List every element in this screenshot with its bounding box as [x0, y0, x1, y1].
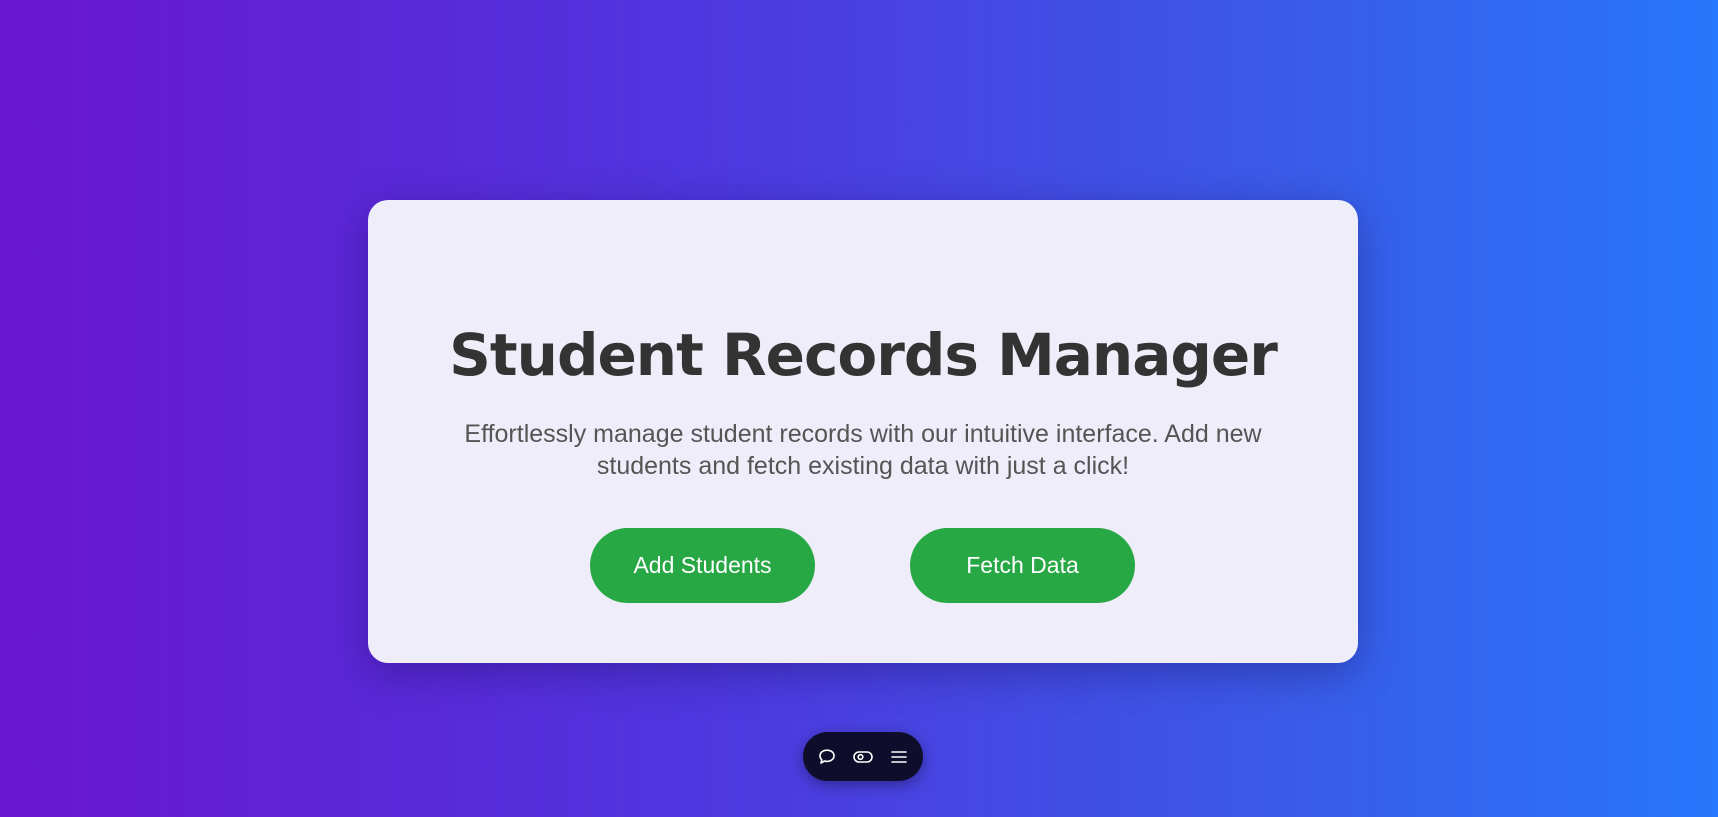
floating-toolbar [803, 732, 923, 781]
menu-icon[interactable] [887, 745, 911, 769]
chat-bubble-icon[interactable] [815, 745, 839, 769]
welcome-card: Student Records Manager Effortlessly man… [368, 200, 1358, 663]
page-subtitle: Effortlessly manage student records with… [464, 420, 1262, 480]
eye-toggle-icon[interactable] [851, 745, 875, 769]
add-students-button[interactable]: Add Students [590, 528, 815, 603]
fetch-data-button[interactable]: Fetch Data [910, 528, 1135, 603]
page-title: Student Records Manager [449, 321, 1278, 389]
